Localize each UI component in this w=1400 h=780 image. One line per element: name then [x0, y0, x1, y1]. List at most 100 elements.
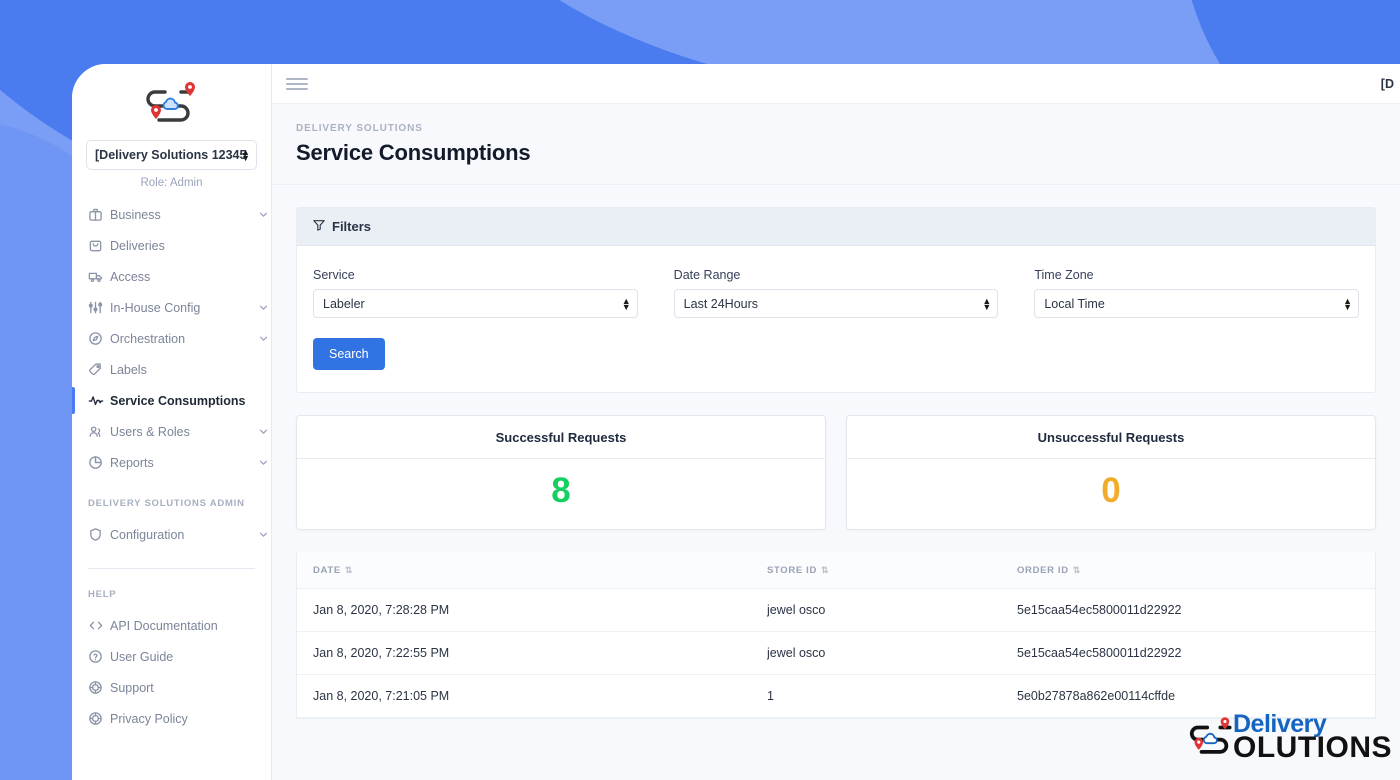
stat-card-successful-requests: Successful Requests 8	[296, 415, 826, 530]
table-cell-order: 5e0b27878a862e00114cffde	[1017, 674, 1375, 718]
chevron-down-icon[interactable]	[255, 426, 271, 437]
table-cell-order: 5e15caa54ec5800011d22922	[1017, 631, 1375, 675]
lifebuoy-icon	[88, 680, 110, 695]
pie-chart-icon	[88, 455, 110, 470]
chevron-down-icon[interactable]	[255, 333, 271, 344]
table-cell-date: Jan 8, 2020, 7:22:55 PM	[297, 631, 767, 675]
sidebar-item-label: Access	[110, 269, 151, 284]
sidebar-item-label: Deliveries	[110, 238, 165, 253]
briefcase-icon	[88, 207, 110, 222]
sidebar-item-reports[interactable]: Reports	[72, 447, 271, 478]
sliders-icon	[88, 300, 110, 315]
sidebar-item-orchestration[interactable]: Orchestration	[72, 323, 271, 354]
question-circle-icon	[88, 649, 110, 664]
page-header: DELIVERY SOLUTIONS Service Consumptions	[272, 104, 1400, 185]
sort-icon[interactable]: ⇅	[1073, 565, 1081, 575]
stat-card-unsuccessful-requests: Unsuccessful Requests 0	[846, 415, 1376, 530]
table-cell-store: 1	[767, 674, 1017, 718]
sidebar-section-help-title: HELP	[88, 589, 117, 600]
sidebar-item-user-guide[interactable]: User Guide	[72, 641, 271, 672]
chevron-updown-icon: ▲ ▼	[1343, 295, 1353, 312]
page-title: Service Consumptions	[296, 140, 531, 165]
sidebar-item-access[interactable]: Access	[72, 261, 271, 292]
table-row[interactable]: Jan 8, 2020, 7:22:55 PM jewel osco 5e15caa…	[297, 631, 1375, 675]
filter-field-service: Service Labeler ▲ ▼	[313, 268, 638, 318]
sidebar-item-label: Labels	[110, 362, 147, 377]
sidebar-item-service-consumptions[interactable]: Service Consumptions	[72, 385, 271, 416]
filter-select-service[interactable]: Labeler ▲ ▼	[313, 289, 638, 318]
table-cell-order: 5e15caa54ec5800011d22922	[1017, 588, 1375, 632]
chevron-updown-icon: ▲ ▼	[241, 147, 250, 163]
sidebar-item-label: In-House Config	[110, 300, 201, 315]
pulse-icon	[88, 393, 110, 408]
filter-field-time-zone: Time Zone Local Time ▲ ▼	[1034, 268, 1360, 318]
filters-label: Filters	[332, 219, 372, 234]
sidebar-item-deliveries[interactable]: Deliveries	[72, 230, 271, 261]
hamburger-menu-icon[interactable]	[286, 77, 308, 90]
filter-select-value-date-range[interactable]: Last 24Hours	[673, 289, 999, 318]
chevron-down-icon[interactable]	[255, 209, 271, 220]
table-cell-date: Jan 8, 2020, 7:21:05 PM	[297, 674, 767, 718]
users-icon	[88, 424, 110, 439]
tenant-select[interactable]: [Delivery Solutions 12345 ▲ ▼	[86, 140, 257, 170]
table-header-label: STORE ID	[767, 565, 818, 576]
filter-select-date-range[interactable]: Last 24Hours ▲ ▼	[673, 289, 999, 318]
sidebar-divider	[88, 568, 255, 569]
role-label: Role: Admin	[140, 177, 203, 189]
sidebar-item-label: Business	[110, 207, 161, 222]
table-cell-store: jewel osco	[767, 588, 1017, 632]
sidebar: [Delivery Solutions 12345 ▲ ▼ Role: Admin…	[72, 64, 272, 780]
table-cell-store: jewel osco	[767, 631, 1017, 675]
sidebar-item-label: Orchestration	[110, 331, 186, 346]
tag-icon	[88, 362, 110, 377]
shield-icon	[88, 527, 110, 542]
sidebar-item-label: User Guide	[110, 649, 174, 664]
chevron-down-icon[interactable]	[255, 302, 271, 313]
topbar-account-label[interactable]: [D	[1381, 77, 1394, 91]
sidebar-item-labels[interactable]: Labels	[72, 354, 271, 385]
sidebar-item-label: Reports	[110, 455, 154, 470]
table-row[interactable]: Jan 8, 2020, 7:28:28 PM jewel osco 5e15caa…	[297, 588, 1375, 632]
sidebar-item-configuration[interactable]: Configuration	[72, 519, 271, 550]
sidebar-item-privacy-policy[interactable]: Privacy Policy	[72, 703, 271, 734]
sidebar-item-label: Configuration	[110, 527, 185, 542]
sidebar-nav-main: Business Deliveries Access In-House Config O…	[72, 199, 271, 478]
sidebar-item-in-house-config[interactable]: In-House Config	[72, 292, 271, 323]
sidebar-item-api-documentation[interactable]: API Documentation	[72, 610, 271, 641]
tenant-select-value[interactable]: [Delivery Solutions 12345	[86, 140, 257, 170]
bag-icon	[88, 238, 110, 253]
sidebar-item-support[interactable]: Support	[72, 672, 271, 703]
sort-icon[interactable]: ⇅	[345, 565, 353, 575]
sidebar-nav-admin: Configuration	[72, 519, 271, 550]
filter-label-service: Service	[313, 268, 355, 282]
table-header-label: DATE	[313, 565, 341, 576]
table-header-store[interactable]: STORE ID ⇅	[767, 552, 1017, 589]
top-bar: [D	[272, 64, 1400, 104]
sidebar-item-label: Users & Roles	[110, 424, 190, 439]
truck-icon	[88, 269, 110, 284]
table-header-date[interactable]: DATE ⇅	[297, 552, 767, 589]
table-row[interactable]: Jan 8, 2020, 7:21:05 PM 1 5e0b27878a862e00…	[297, 674, 1375, 718]
filters-card-body: Service Labeler ▲ ▼ Date Range Last 24Hours ▲ ▼…	[297, 246, 1375, 392]
filter-select-value-time-zone[interactable]: Local Time	[1034, 289, 1360, 318]
table-header-label: ORDER ID	[1017, 565, 1069, 576]
delivery-route-cloud-logo-icon[interactable]	[72, 70, 271, 132]
chevron-updown-icon: ▲ ▼	[621, 295, 631, 312]
filter-label-time-zone: Time Zone	[1034, 268, 1094, 282]
sidebar-item-label: Privacy Policy	[110, 711, 188, 726]
filters-card: Filters Service Labeler ▲ ▼ Date Range Last 2…	[296, 207, 1376, 393]
sidebar-section-admin-title: DELIVERY SOLUTIONS ADMIN	[88, 498, 245, 509]
filter-select-value-service[interactable]: Labeler	[313, 289, 638, 318]
stat-card-title: Successful Requests	[297, 416, 825, 459]
table-header-order[interactable]: ORDER ID ⇅	[1017, 552, 1375, 589]
chevron-down-icon[interactable]	[255, 457, 271, 468]
filter-select-time-zone[interactable]: Local Time ▲ ▼	[1034, 289, 1360, 318]
sidebar-item-users-roles[interactable]: Users & Roles	[72, 416, 271, 447]
sidebar-item-label: Support	[110, 680, 154, 695]
sidebar-item-business[interactable]: Business	[72, 199, 271, 230]
filters-card-header: Filters	[297, 208, 1375, 246]
sort-icon[interactable]: ⇅	[821, 565, 829, 575]
sidebar-item-label: Service Consumptions	[110, 393, 246, 408]
search-button[interactable]: Search	[313, 338, 385, 370]
chevron-down-icon[interactable]	[255, 529, 271, 540]
